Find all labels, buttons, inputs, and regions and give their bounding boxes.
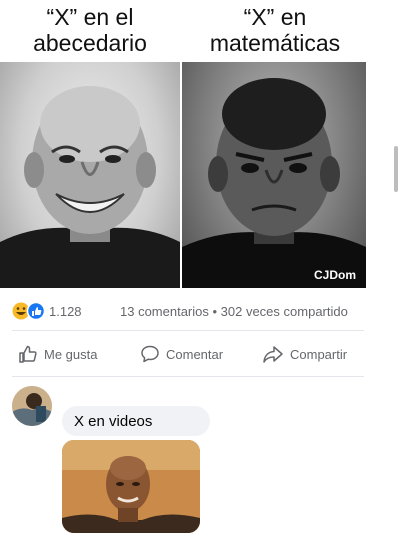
comment-label: Comentar	[166, 346, 224, 362]
left-caption-line2: abecedario	[33, 30, 147, 56]
right-caption-line2: matemáticas	[209, 30, 341, 56]
divider-top	[12, 330, 364, 331]
share-label: Compartir	[290, 346, 348, 362]
meme-image[interactable]: CJDom	[0, 62, 366, 288]
smiling-man-photo	[0, 62, 180, 288]
share-arrow-icon	[263, 346, 283, 363]
like-label: Me gusta	[44, 346, 98, 362]
comment-button[interactable]: Comentar	[140, 340, 223, 368]
comment-gif[interactable]	[62, 440, 200, 533]
left-caption-line1: “X” en el	[46, 4, 134, 30]
scrollbar-thumb[interactable]	[394, 146, 398, 192]
reaction-icons[interactable]	[12, 302, 46, 320]
post-actions: Me gusta Comentar Compartir	[12, 340, 364, 368]
commenter-avatar[interactable]	[12, 386, 52, 426]
comment-text: X en videos	[74, 413, 153, 430]
comments-shares-stats[interactable]: 13 comentarios • 302 veces compartido	[120, 304, 348, 319]
right-caption: “X” en matemáticas	[185, 4, 365, 56]
angry-man-photo: CJDom	[182, 62, 366, 288]
watermark: CJDom	[313, 268, 356, 282]
speech-bubble-icon	[141, 345, 159, 363]
left-caption: “X” en el abecedario	[0, 4, 180, 56]
reactions-bar: 1.128 13 comentarios • 302 veces compart…	[12, 302, 362, 322]
like-button[interactable]: Me gusta	[18, 340, 97, 368]
divider-bottom	[12, 376, 364, 377]
share-button[interactable]: Compartir	[262, 340, 347, 368]
thumbs-up-icon	[19, 345, 37, 363]
right-caption-line1: “X” en	[243, 4, 307, 30]
reaction-count[interactable]: 1.128	[49, 304, 82, 319]
